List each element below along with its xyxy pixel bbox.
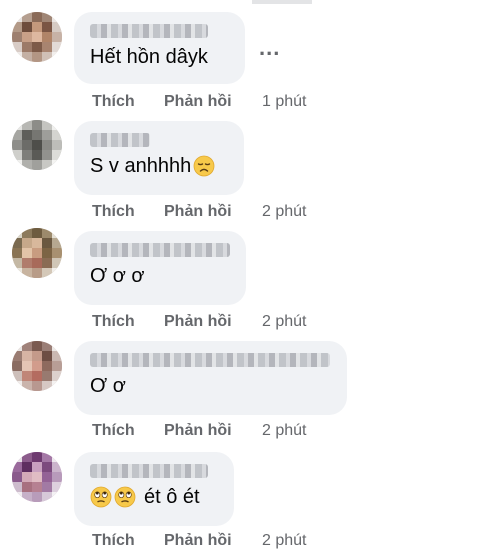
comment-text: Ơ ơ <box>90 375 126 397</box>
blurred-author-name[interactable] <box>90 133 150 147</box>
comment-bubble: Hết hồn dâyk <box>74 12 245 84</box>
timestamp[interactable]: 2 phút <box>262 531 306 551</box>
comment-bubble: Ơ ơ <box>74 341 347 415</box>
comment-text: Hết hồn dâyk <box>90 46 208 68</box>
blurred-author-name[interactable] <box>90 24 208 38</box>
reply-button[interactable]: Phản hồi <box>164 92 262 112</box>
avatar[interactable] <box>12 341 62 391</box>
blurred-author-name[interactable] <box>90 464 208 478</box>
timestamp[interactable]: 2 phút <box>262 202 306 222</box>
like-button[interactable]: Thích <box>92 531 164 551</box>
reply-button[interactable]: Phản hồi <box>164 312 262 332</box>
avatar[interactable] <box>12 12 62 62</box>
comment-bubble: Ơ ơ ơ <box>74 231 246 305</box>
blurred-author-name[interactable] <box>90 353 330 367</box>
rolling-eyes-face-icon <box>114 486 136 508</box>
disappointed-face-icon <box>193 155 215 177</box>
like-button[interactable]: Thích <box>92 202 164 222</box>
timestamp[interactable]: 2 phút <box>262 421 306 441</box>
comment-actions: Thích Phản hồi 2 phút <box>92 421 306 441</box>
comment-actions: Thích Phản hồi 2 phút <box>92 202 306 222</box>
avatar[interactable] <box>12 452 62 502</box>
comment-actions: Thích Phản hồi 2 phút <box>92 531 306 551</box>
comment-actions: Thích Phản hồi 1 phút <box>92 92 306 112</box>
comment-text: Ơ ơ ơ <box>90 265 145 287</box>
blurred-header-fragment <box>252 0 312 4</box>
reply-button[interactable]: Phản hồi <box>164 202 262 222</box>
timestamp[interactable]: 2 phút <box>262 312 306 332</box>
comment-bubble: ét ô ét <box>74 452 234 526</box>
avatar[interactable] <box>12 120 62 170</box>
timestamp[interactable]: 1 phút <box>262 92 306 112</box>
reply-button[interactable]: Phản hồi <box>164 531 262 551</box>
comment-actions: Thích Phản hồi 2 phút <box>92 312 306 332</box>
more-options-icon[interactable]: ... <box>259 37 280 59</box>
like-button[interactable]: Thích <box>92 92 164 112</box>
blurred-author-name[interactable] <box>90 243 230 257</box>
rolling-eyes-face-icon <box>90 486 112 508</box>
like-button[interactable]: Thích <box>92 312 164 332</box>
comment-text: S v anhhhh <box>90 153 230 179</box>
reply-button[interactable]: Phản hồi <box>164 421 262 441</box>
like-button[interactable]: Thích <box>92 421 164 441</box>
comment-bubble: S v anhhhh <box>74 121 244 195</box>
comment-text: ét ô ét <box>90 484 220 510</box>
avatar[interactable] <box>12 228 62 278</box>
